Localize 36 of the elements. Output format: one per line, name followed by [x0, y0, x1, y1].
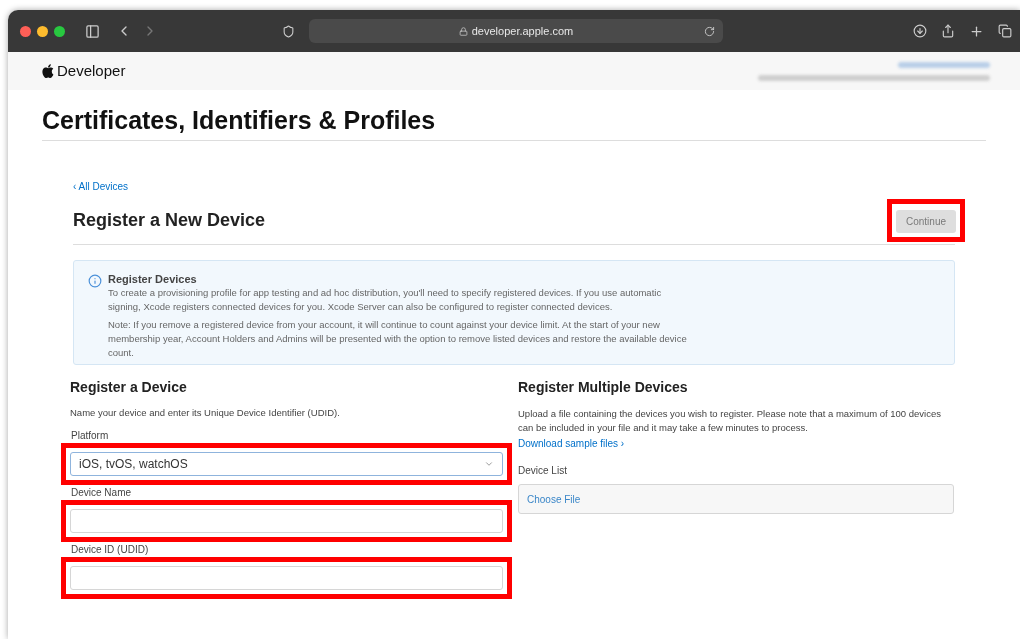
share-icon[interactable] [941, 24, 955, 38]
field-label: Platform [71, 430, 110, 443]
reload-icon[interactable] [704, 25, 715, 37]
all-devices-link[interactable]: ‹ All Devices [73, 181, 128, 192]
input-field[interactable] [70, 566, 503, 591]
download-sample-link[interactable]: Download sample files › [518, 436, 954, 451]
field-label: Device ID (UDID) [71, 544, 150, 557]
address-bar[interactable]: developer.apple.com [309, 19, 723, 43]
info-icon [88, 274, 102, 288]
info-text: To create a provisioning profile for app testing and ad hoc distribution, you'll need to specify registered devices. If you use automatic signing, Xcode registers connected devices for you. Xcode Server can also be configured to register connected devices. [108, 286, 663, 314]
zoom-icon[interactable] [54, 25, 65, 37]
minimize-icon[interactable] [37, 25, 48, 37]
field-label: Device Name [71, 487, 133, 500]
platform-select[interactable]: iOS, tvOS, watchOS [70, 452, 503, 477]
file-field[interactable]: Choose File [518, 484, 954, 514]
column-description: Upload a file containing the devices you wish to register. Please note that a maximum of 100 devices can be included in your file and it may take a few minutes to process. [518, 407, 942, 435]
column-heading: Register a Device [70, 378, 188, 397]
url-text: developer.apple.com [471, 23, 574, 39]
apple-logo-icon [42, 64, 54, 78]
sidebar-icon[interactable] [85, 23, 100, 39]
brand-name: Developer [57, 60, 126, 81]
field-label: Device List [518, 464, 568, 478]
tabs-icon[interactable] [998, 24, 1012, 38]
input-field[interactable] [70, 509, 503, 534]
shield-icon[interactable] [282, 24, 295, 38]
choose-file-link[interactable]: Choose File [527, 491, 581, 507]
page-title: Certificates, Identifiers & Profiles [42, 105, 437, 136]
close-icon[interactable] [20, 25, 31, 37]
new-tab-icon[interactable] [969, 23, 984, 39]
column-heading: Register Multiple Devices [518, 378, 689, 397]
lock-icon [458, 26, 468, 36]
section-heading: Register a New Device [73, 209, 266, 232]
info-text: Note: If you remove a registered device from your account, it will continue to count against your device limit. At the start of your new membership year, Account Holders and Admins will be presented with the option to remove listed devices and restore the available device count. [108, 318, 688, 360]
column-description: Name your device and enter its Unique Device Identifier (UDID). [70, 406, 341, 420]
info-title: Register Devices [108, 273, 198, 286]
download-icon[interactable] [913, 24, 927, 38]
